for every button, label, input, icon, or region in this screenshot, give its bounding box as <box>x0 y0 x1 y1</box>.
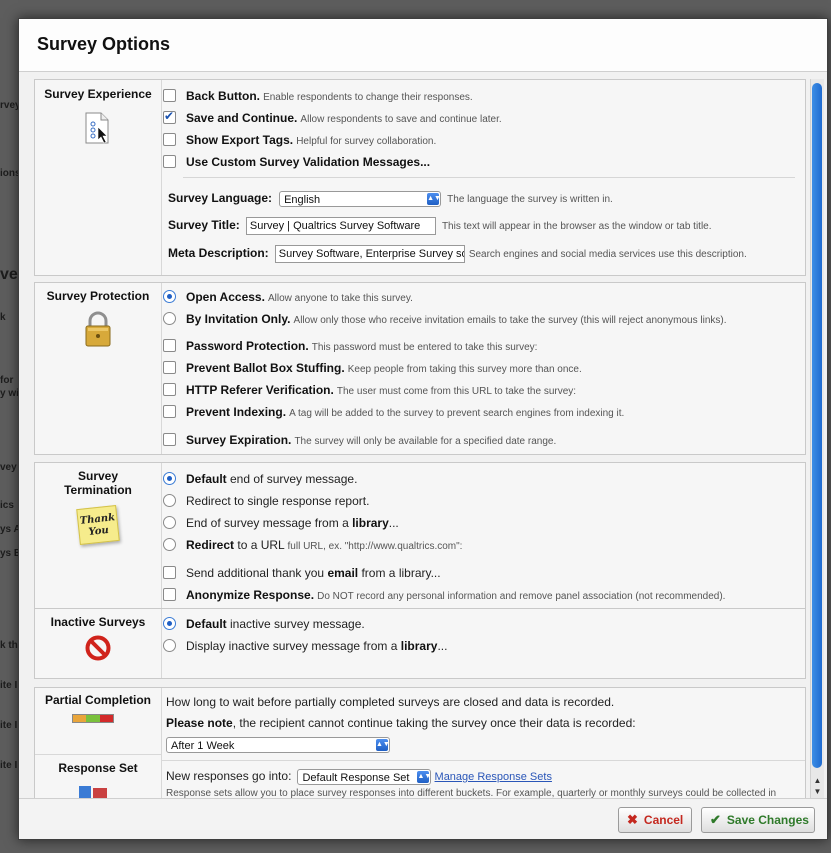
redirect-report-radio[interactable] <box>163 494 176 507</box>
meta-description-input[interactable]: Survey Software, Enterprise Survey softw <box>274 245 465 264</box>
scrollbar-thumb[interactable] <box>812 83 822 768</box>
ballot-box-stuffing-checkbox[interactable] <box>163 361 176 374</box>
default-inactive-radio[interactable] <box>163 617 176 630</box>
response-set-select[interactable]: Default Response Set ▲▼ <box>297 769 432 786</box>
survey-options-dialog: Survey Options Survey Experience Back Bu… <box>18 18 828 840</box>
no-entry-icon <box>85 635 111 661</box>
open-access-option[interactable]: Open Access. Allow anyone to take this s… <box>163 289 413 305</box>
cancel-x-icon: ✖ <box>627 812 638 827</box>
checkmark-icon: ✔ <box>710 812 721 827</box>
section-survey-experience: Survey Experience Back Button. Enable re… <box>34 79 806 276</box>
password-protection-option[interactable]: Password Protection. This password must … <box>163 338 537 354</box>
section-title: Partial Completion <box>44 693 151 707</box>
redirect-url-radio[interactable] <box>163 538 176 551</box>
padlock-icon <box>85 311 111 347</box>
progress-bar-icon <box>72 714 114 723</box>
invitation-only-radio[interactable] <box>163 312 176 325</box>
survey-title-row: Survey Title: Survey | Qualtrics Survey … <box>168 217 712 236</box>
inactive-library-option[interactable]: Display inactive survey message from a l… <box>163 638 447 654</box>
response-set-row: New responses go into: Default Response … <box>166 769 552 786</box>
thank-you-note-icon: Thank You <box>76 505 120 545</box>
select-arrow-icon: ▲▼ <box>427 193 441 206</box>
section-survey-protection: Survey Protection Open Access. Allow any… <box>34 282 806 455</box>
prevent-indexing-option[interactable]: Prevent Indexing. A tag will be added to… <box>163 404 624 420</box>
default-inactive-option[interactable]: Default inactive survey message. <box>163 616 365 632</box>
anonymize-response-checkbox[interactable] <box>163 588 176 601</box>
end-message-library-option[interactable]: End of survey message from a library... <box>163 515 399 531</box>
redirect-url-option[interactable]: Redirect to a URL full URL, ex. "http://… <box>163 537 462 553</box>
survey-expiration-checkbox[interactable] <box>163 433 176 446</box>
http-referer-checkbox[interactable] <box>163 383 176 396</box>
partial-completion-select[interactable]: After 1 Week ▲▼ <box>166 737 390 754</box>
select-arrow-icon: ▲▼ <box>417 771 431 784</box>
survey-language-select[interactable]: English ▲▼ <box>279 191 442 208</box>
select-arrow-icon: ▲▼ <box>376 739 390 752</box>
thank-you-email-option[interactable]: Send additional thank you email from a l… <box>163 565 441 581</box>
default-end-message-option[interactable]: Default end of survey message. <box>163 471 357 487</box>
custom-validation-checkbox[interactable] <box>163 155 176 168</box>
end-message-library-radio[interactable] <box>163 516 176 529</box>
password-protection-checkbox[interactable] <box>163 339 176 352</box>
option-custom-validation[interactable]: Use Custom Survey Validation Messages... <box>163 154 430 170</box>
invitation-only-option[interactable]: By Invitation Only. Allow only those who… <box>163 311 727 327</box>
inactive-library-radio[interactable] <box>163 639 176 652</box>
section-title: Response Set <box>35 754 161 775</box>
http-referer-option[interactable]: HTTP Referer Verification. The user must… <box>163 382 576 398</box>
thank-you-email-checkbox[interactable] <box>163 566 176 579</box>
show-export-tags-checkbox[interactable] <box>163 133 176 146</box>
survey-title-input[interactable]: Survey | Qualtrics Survey Software <box>245 217 436 236</box>
default-end-message-radio[interactable] <box>163 472 176 485</box>
survey-document-icon <box>85 112 109 144</box>
open-access-radio[interactable] <box>163 290 176 303</box>
ballot-box-stuffing-option[interactable]: Prevent Ballot Box Stuffing. Keep people… <box>163 360 582 376</box>
section-title: Survey Termination <box>64 469 132 497</box>
save-and-continue-checkbox[interactable] <box>163 108 176 124</box>
option-show-export-tags[interactable]: Show Export Tags. Helpful for survey col… <box>163 132 436 148</box>
anonymize-response-option[interactable]: Anonymize Response. Do NOT record any pe… <box>163 587 725 603</box>
survey-language-row: Survey Language: English ▲▼ The language … <box>168 191 613 208</box>
scroll-down-arrow-icon[interactable]: ▼ <box>812 787 823 797</box>
vertical-scrollbar[interactable]: ▲ ▼ <box>810 79 824 799</box>
section-inactive-surveys: Inactive Surveys Default inactive survey… <box>34 608 806 679</box>
divider <box>183 177 795 178</box>
dialog-title: Survey Options <box>37 34 171 54</box>
option-back-button[interactable]: Back Button. Enable respondents to chang… <box>163 88 473 104</box>
manage-response-sets-link[interactable]: Manage Response Sets <box>435 771 552 783</box>
section-title: Survey Protection <box>46 289 150 303</box>
back-button-checkbox[interactable] <box>163 89 176 102</box>
scroll-up-arrow-icon[interactable]: ▲ <box>812 776 823 786</box>
meta-description-row: Meta Description: Survey Software, Enter… <box>168 245 747 264</box>
prevent-indexing-checkbox[interactable] <box>163 405 176 418</box>
cancel-button[interactable]: ✖ Cancel <box>618 807 692 833</box>
dialog-footer: ✖ Cancel ✔ Save Changes <box>19 798 827 839</box>
section-partial-completion: Partial Completion Response Set How long… <box>34 687 806 799</box>
section-title: Survey Experience <box>44 87 152 101</box>
option-save-and-continue[interactable]: Save and Continue. Allow respondents to … <box>163 108 502 126</box>
response-set-icon <box>79 786 107 799</box>
dialog-header: Survey Options <box>19 19 827 72</box>
redirect-report-option[interactable]: Redirect to single response report. <box>163 493 369 509</box>
section-title: Inactive Surveys <box>50 615 146 629</box>
save-changes-button[interactable]: ✔ Save Changes <box>701 807 815 833</box>
section-survey-termination: Survey Termination Thank You Default end o… <box>34 462 806 610</box>
dialog-content: Survey Experience Back Button. Enable re… <box>34 79 806 799</box>
survey-expiration-option[interactable]: Survey Expiration. The survey will only … <box>163 432 556 448</box>
